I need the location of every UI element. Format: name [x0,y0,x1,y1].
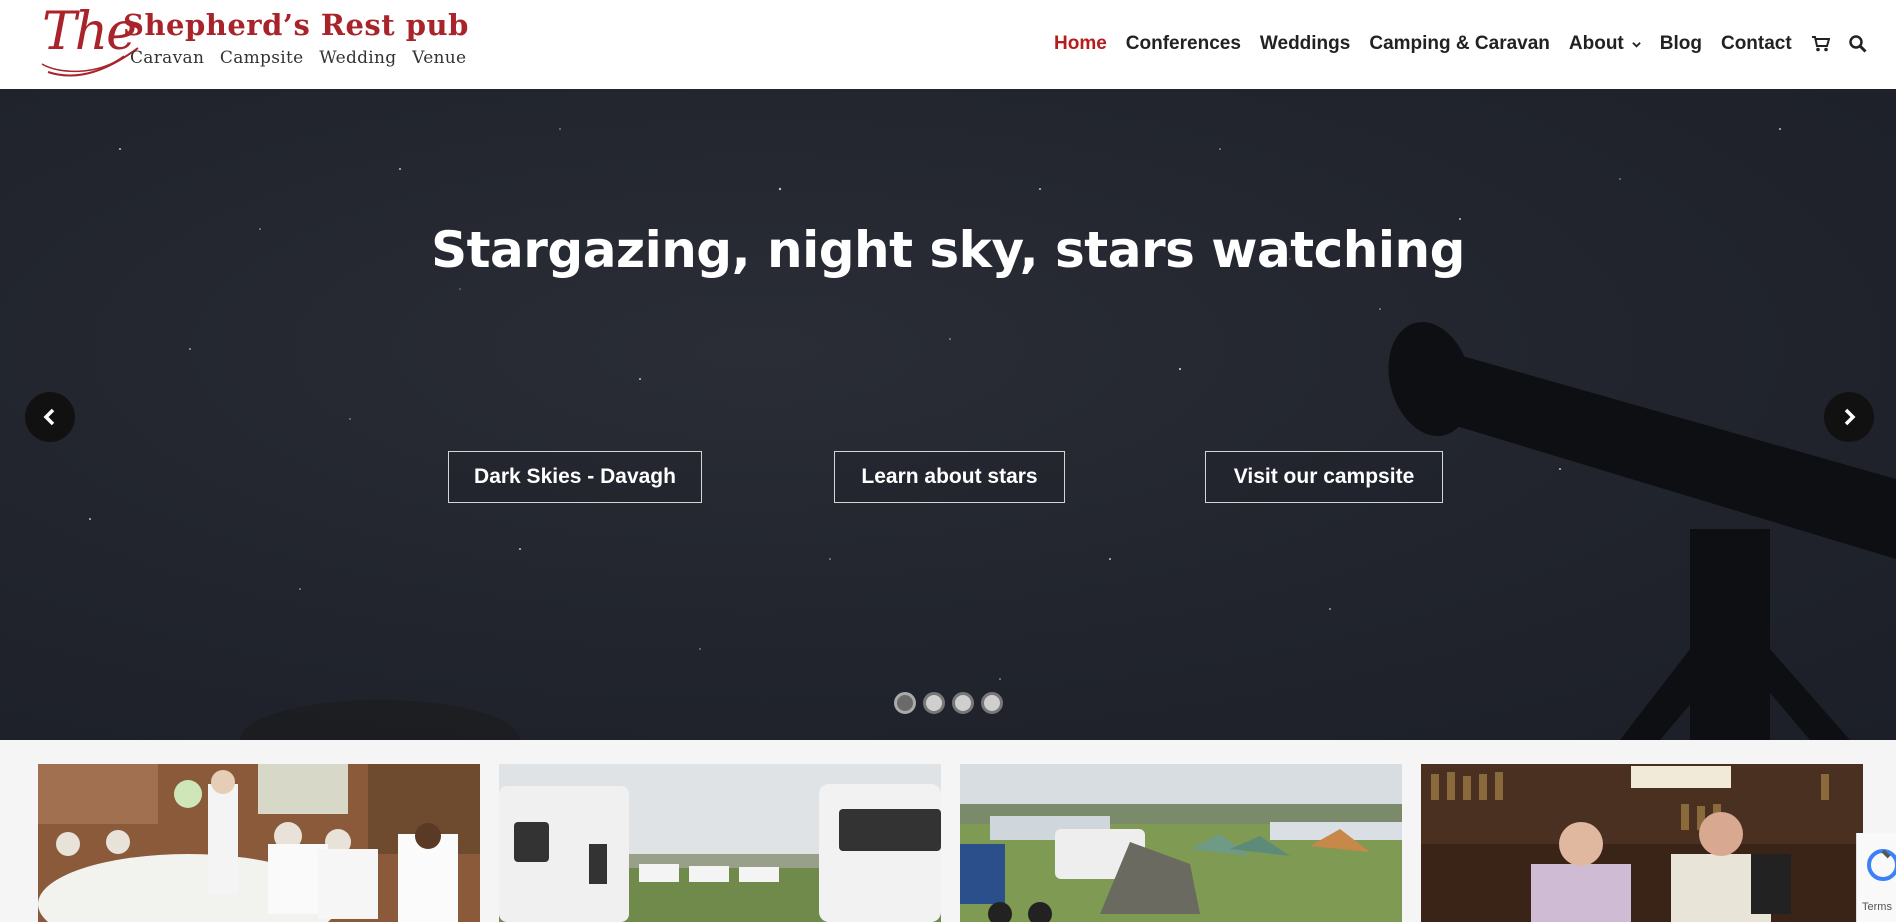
cart-icon[interactable] [1811,34,1831,54]
nav-contact[interactable]: Contact [1721,33,1792,55]
recaptcha-badge[interactable]: Terms [1856,833,1896,922]
hero-slider: Stargazing, night sky, stars watching Da… [0,89,1896,740]
slider-dot-3[interactable] [952,692,974,714]
slider-pagination [894,692,1010,714]
chevron-down-icon [1632,41,1641,48]
wedding-reception-photo[interactable] [38,764,480,922]
chevron-right-icon [1844,408,1856,426]
hero-title: Stargazing, night sky, stars watching [431,221,1465,279]
logo-name: Shepherd’s Rest pub [123,8,469,42]
feature-thumbnails [38,764,1882,922]
recaptcha-terms-link[interactable]: Terms [1862,901,1892,913]
slider-dot-2[interactable] [923,692,945,714]
nav-blog[interactable]: Blog [1660,33,1702,55]
nav-home[interactable]: Home [1054,33,1107,55]
site-logo[interactable]: The Shepherd’s Rest pub Caravan Campsite… [38,0,478,82]
nav-conferences[interactable]: Conferences [1126,33,1241,55]
main-nav: Home Conferences Weddings Camping & Cara… [1054,31,1885,57]
nav-weddings[interactable]: Weddings [1260,33,1350,55]
slider-next-button[interactable] [1824,392,1874,442]
site-header: The Shepherd’s Rest pub Caravan Campsite… [0,0,1896,89]
learn-about-stars-button[interactable]: Learn about stars [834,451,1065,503]
search-icon[interactable] [1848,34,1868,54]
dark-skies-button[interactable]: Dark Skies - Davagh [448,451,702,503]
recaptcha-icon [1867,849,1896,881]
caravans-photo[interactable] [499,764,941,922]
logo-tagline: Caravan Campsite Wedding Venue [130,48,467,68]
nav-about-label: About [1568,33,1624,54]
campsite-tents-photo[interactable] [960,764,1402,922]
chevron-left-icon [43,408,55,426]
visit-campsite-button[interactable]: Visit our campsite [1205,451,1443,503]
slider-prev-button[interactable] [25,392,75,442]
nav-about[interactable]: About [1569,33,1641,55]
logo-the: The [42,2,137,62]
nav-camping-caravan[interactable]: Camping & Caravan [1369,33,1550,55]
slider-dot-1[interactable] [894,692,916,714]
slider-dot-4[interactable] [981,692,1003,714]
starfield-background [89,128,1896,740]
pub-bar-photo[interactable] [1421,764,1863,922]
